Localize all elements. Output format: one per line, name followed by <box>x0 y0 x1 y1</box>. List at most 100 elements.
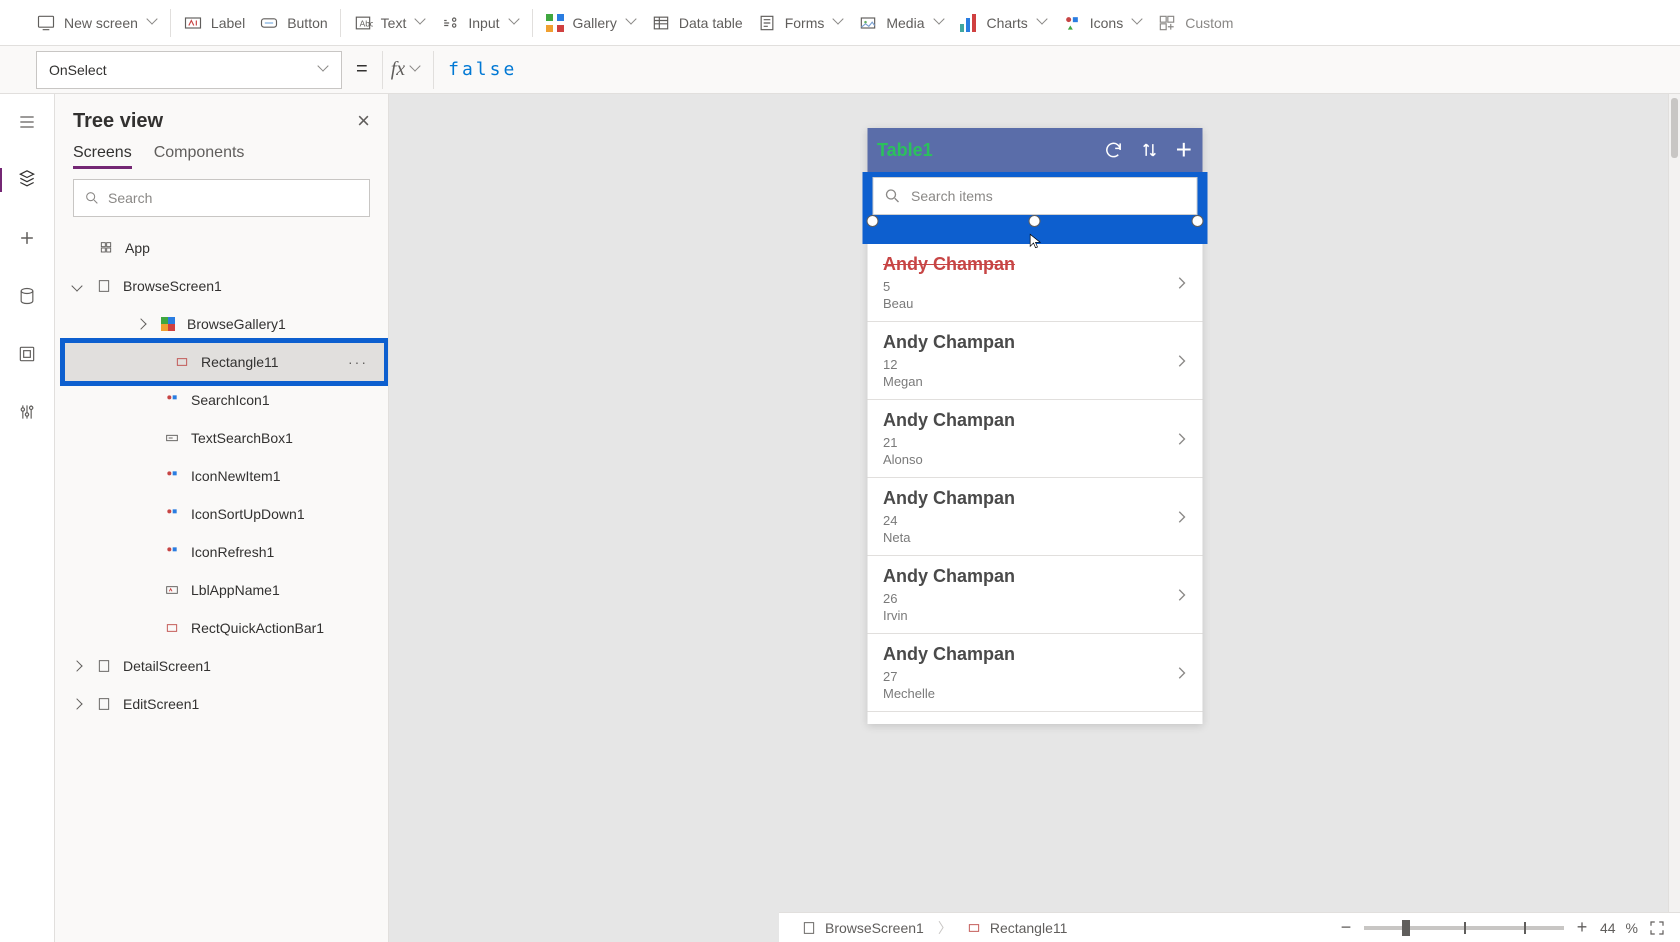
insert-custom-button[interactable]: Custom <box>1151 6 1239 40</box>
tree-node-rectangle11[interactable]: Rectangle11 ··· <box>65 343 384 381</box>
insert-text-label: Text <box>381 15 407 31</box>
item-sub: Beau <box>883 296 1015 311</box>
insert-media-button[interactable]: Media <box>852 6 950 40</box>
icons-small-icon <box>163 467 181 485</box>
selection-handle[interactable] <box>1029 215 1041 227</box>
selection-handle[interactable] <box>1191 215 1203 227</box>
tree-search-placeholder: Search <box>108 190 152 206</box>
charts-icon <box>959 13 979 33</box>
fit-to-screen-button[interactable] <box>1648 919 1666 937</box>
tree-node-textsearchbox1[interactable]: TextSearchBox1 <box>55 419 388 457</box>
sort-icon[interactable] <box>1140 140 1160 160</box>
tree-search-wrap: Search <box>55 179 388 225</box>
insert-input-button[interactable]: Input <box>434 6 525 40</box>
selection-handle[interactable] <box>866 215 878 227</box>
property-value: OnSelect <box>49 62 107 78</box>
add-icon[interactable]: + <box>1176 136 1192 164</box>
rectangle-icon <box>173 353 191 371</box>
hamburger-button[interactable] <box>9 104 45 140</box>
tree-node-lblappname1[interactable]: LblAppName1 <box>55 571 388 609</box>
main-area: Tree view × Screens Components Search Ap… <box>0 94 1680 942</box>
fx-icon: fx <box>391 58 405 81</box>
insert-data-table-button[interactable]: Data table <box>645 6 749 40</box>
tree-node-searchicon1-label: SearchIcon1 <box>191 392 270 408</box>
insert-media-label: Media <box>886 15 924 31</box>
text-box-icon <box>163 429 181 447</box>
item-id: 5 <box>883 279 1015 294</box>
tree-body: App BrowseScreen1 BrowseGallery1 Rectang… <box>55 225 388 942</box>
icons-small-icon <box>163 391 181 409</box>
chevron-right-icon <box>1172 430 1190 448</box>
preview-search-placeholder: Search items <box>911 188 993 204</box>
tree-tabs: Screens Components <box>55 140 388 179</box>
insert-button-button[interactable]: Button <box>253 6 333 40</box>
chevron-down-icon <box>627 18 637 28</box>
breadcrumb-screen-label: BrowseScreen1 <box>825 920 924 936</box>
breadcrumb-control[interactable]: Rectangle11 <box>958 917 1076 939</box>
tree-node-iconnewitem1[interactable]: IconNewItem1 <box>55 457 388 495</box>
zoom-in-button[interactable]: + <box>1574 917 1590 938</box>
tree-node-editscreen[interactable]: EditScreen1 <box>55 685 388 723</box>
tree-node-detailscreen[interactable]: DetailScreen1 <box>55 647 388 685</box>
tree-node-app[interactable]: App <box>55 229 388 267</box>
tree-node-browsegallery[interactable]: BrowseGallery1 <box>55 305 388 343</box>
breadcrumb-screen[interactable]: BrowseScreen1 <box>793 917 932 939</box>
insert-icons-label: Icons <box>1090 15 1123 31</box>
forms-icon <box>757 13 777 33</box>
tab-screens[interactable]: Screens <box>73 144 132 169</box>
canvas-scrollbar[interactable] <box>1668 94 1680 912</box>
insert-rail-button[interactable] <box>9 220 45 256</box>
tree-node-searchicon1[interactable]: SearchIcon1 <box>55 381 388 419</box>
insert-label-button[interactable]: Label <box>177 6 251 40</box>
property-dropdown[interactable]: OnSelect <box>36 51 342 89</box>
more-actions-button[interactable]: ··· <box>348 354 368 370</box>
item-id: 27 <box>883 669 1015 684</box>
tree-node-iconrefresh1[interactable]: IconRefresh1 <box>55 533 388 571</box>
chevron-down-icon <box>411 65 421 75</box>
list-item[interactable]: Andy Champan 12 Megan <box>867 322 1202 400</box>
refresh-icon[interactable] <box>1104 140 1124 160</box>
insert-forms-button[interactable]: Forms <box>751 6 851 40</box>
list-item[interactable]: Andy Champan 24 Neta <box>867 478 1202 556</box>
tree-node-iconsortupdown1[interactable]: IconSortUpDown1 <box>55 495 388 533</box>
advanced-rail-button[interactable] <box>9 394 45 430</box>
insert-gallery-button[interactable]: Gallery <box>539 6 643 40</box>
list-item[interactable]: Andy Champan 26 Irvin <box>867 556 1202 634</box>
zoom-slider[interactable] <box>1364 926 1564 930</box>
insert-text-button[interactable]: Abc Text <box>347 6 433 40</box>
tree-node-lblappname1-label: LblAppName1 <box>191 582 280 598</box>
design-canvas[interactable]: Table1 + Search items <box>389 94 1680 942</box>
insert-icons-button[interactable]: Icons <box>1056 6 1149 40</box>
status-bar: BrowseScreen1 〉 Rectangle11 − + 44 % <box>779 912 1680 942</box>
media-rail-button[interactable] <box>9 336 45 372</box>
list-item[interactable]: Andy Champan 27 Mechelle <box>867 634 1202 712</box>
tree-view-panel: Tree view × Screens Components Search Ap… <box>55 94 389 942</box>
search-icon <box>84 190 100 206</box>
chevron-right-icon <box>1172 274 1190 292</box>
new-screen-button[interactable]: New screen <box>30 6 164 40</box>
screen-icon <box>801 920 817 936</box>
formula-input[interactable] <box>433 51 1680 89</box>
tree-view-close-button[interactable]: × <box>357 108 370 134</box>
tab-components[interactable]: Components <box>154 144 245 169</box>
zoom-out-button[interactable]: − <box>1338 917 1354 938</box>
fx-button[interactable]: fx <box>382 51 433 89</box>
tree-view-rail-button[interactable] <box>9 162 45 198</box>
preview-search-input[interactable]: Search items <box>872 177 1197 215</box>
zoom-unit: % <box>1626 920 1638 936</box>
svg-text:Abc: Abc <box>359 18 372 28</box>
app-icon <box>97 239 115 257</box>
list-item[interactable]: Andy Champan 5 Beau <box>867 244 1202 322</box>
label-icon <box>163 581 181 599</box>
screen-icon <box>95 277 113 295</box>
tree-search-input[interactable]: Search <box>73 179 370 217</box>
chevron-right-icon <box>1172 508 1190 526</box>
tree-header: Tree view × <box>55 94 388 140</box>
list-item[interactable]: Andy Champan 21 Alonso <box>867 400 1202 478</box>
zoom-thumb[interactable] <box>1402 920 1410 936</box>
media-icon <box>858 13 878 33</box>
tree-node-rectquickactionbar1[interactable]: RectQuickActionBar1 <box>55 609 388 647</box>
insert-charts-button[interactable]: Charts <box>953 6 1054 40</box>
data-rail-button[interactable] <box>9 278 45 314</box>
tree-node-browsescreen[interactable]: BrowseScreen1 <box>55 267 388 305</box>
